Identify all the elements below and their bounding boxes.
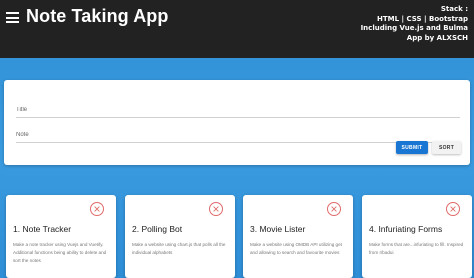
note-body: Make forms that are...infuriating to fil… bbox=[369, 242, 464, 255]
stack-line: HTML | CSS | Bootstrap bbox=[377, 14, 468, 23]
note-title: 3. Movie Lister bbox=[250, 224, 306, 234]
note-card: 2. Polling Bot Make a website using char… bbox=[125, 195, 235, 278]
note-body: Make a note tracker using Vuejs and Vuet… bbox=[13, 242, 107, 263]
stack-line: App by ALXSCH bbox=[406, 33, 468, 42]
close-icon bbox=[331, 206, 337, 212]
app-header: Note Taking App Stack : HTML | CSS | Boo… bbox=[0, 0, 474, 58]
app-title: Note Taking App bbox=[26, 6, 169, 26]
sort-button[interactable]: SORT bbox=[432, 141, 461, 154]
delete-note-button[interactable] bbox=[446, 202, 460, 216]
delete-note-button[interactable] bbox=[327, 202, 341, 216]
stack-info: Stack : HTML | CSS | Bootstrap Including… bbox=[348, 5, 468, 43]
note-card: 3. Movie Lister Make a website using OMD… bbox=[243, 195, 353, 278]
title-field-wrapper bbox=[16, 98, 460, 118]
close-icon bbox=[94, 206, 100, 212]
close-icon bbox=[450, 206, 456, 212]
note-title: 1. Note Tracker bbox=[13, 224, 72, 234]
note-input[interactable] bbox=[16, 128, 460, 143]
note-title: 4. Infuriating Forms bbox=[369, 224, 443, 234]
note-field-wrapper bbox=[16, 123, 460, 143]
menu-icon[interactable] bbox=[6, 12, 19, 23]
note-body: Make a website using chart.js that polls… bbox=[132, 242, 226, 255]
note-card: 1. Note Tracker Make a note tracker usin… bbox=[6, 195, 116, 278]
title-input[interactable] bbox=[16, 103, 460, 118]
stack-line: Including Vue.js and Bulma bbox=[360, 24, 468, 33]
note-form: SUBMIT SORT bbox=[4, 80, 470, 165]
note-title: 2. Polling Bot bbox=[132, 224, 183, 234]
note-body: Make a website using OMDB API utilizing … bbox=[250, 242, 342, 255]
delete-note-button[interactable] bbox=[90, 202, 104, 216]
submit-button[interactable]: SUBMIT bbox=[396, 141, 428, 154]
stack-line: Stack : bbox=[440, 5, 468, 13]
note-card: 4. Infuriating Forms Make forms that are… bbox=[362, 195, 472, 278]
close-icon bbox=[213, 206, 219, 212]
delete-note-button[interactable] bbox=[209, 202, 223, 216]
